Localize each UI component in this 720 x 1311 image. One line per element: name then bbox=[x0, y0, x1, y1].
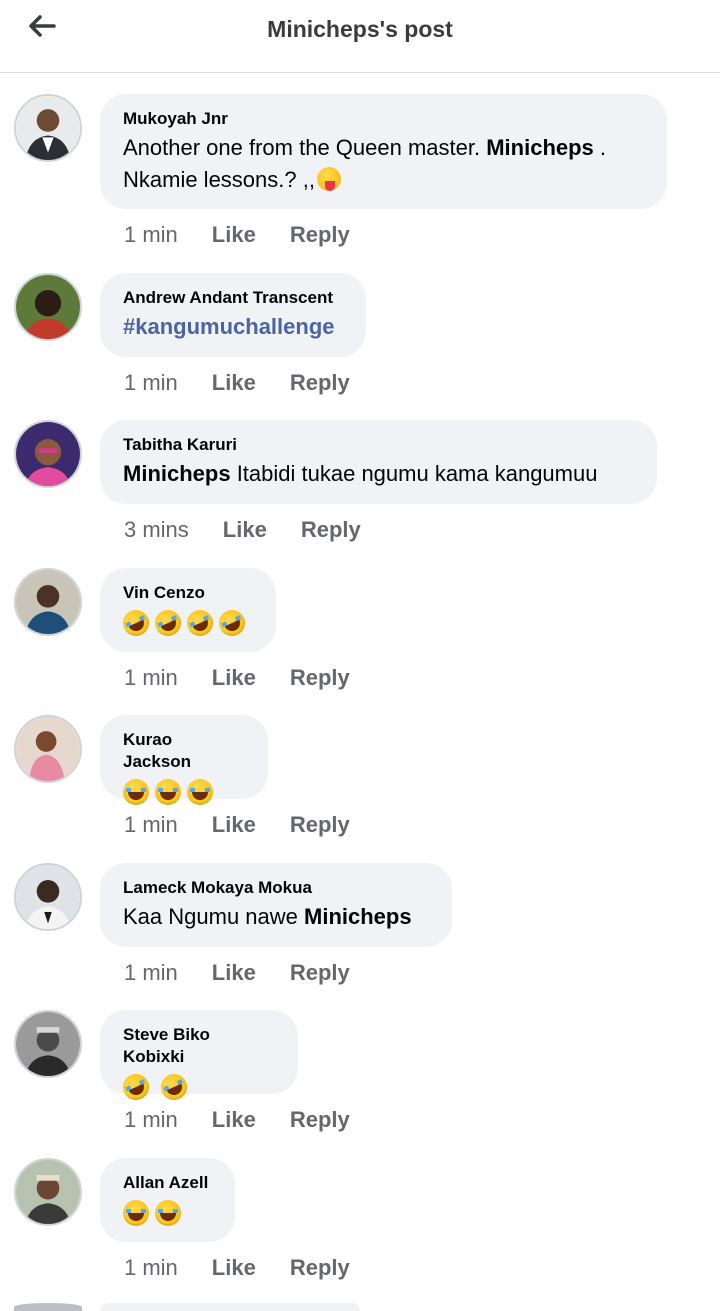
hashtag-link[interactable]: #kangumuchallenge bbox=[123, 314, 335, 339]
avatar[interactable] bbox=[14, 273, 82, 341]
comment-bubble[interactable]: Kurao Jackson bbox=[100, 715, 268, 805]
page-title: Minicheps's post bbox=[267, 16, 453, 42]
rolling-laughing-emoji-icon bbox=[214, 605, 250, 641]
comment-bubble[interactable]: Lameck Mokaya Mokua Kaa Ngumu nawe Minic… bbox=[100, 863, 452, 947]
tears-of-joy-emoji-icon bbox=[123, 1200, 149, 1226]
comment-actions: 1 min Like Reply bbox=[124, 222, 350, 248]
comment-bubble[interactable]: Mukoyah Jnr Another one from the Queen m… bbox=[100, 94, 667, 209]
comment-author[interactable]: Vin Cenzo bbox=[123, 582, 252, 604]
like-button[interactable]: Like bbox=[212, 370, 256, 396]
timestamp[interactable]: 1 min bbox=[124, 812, 178, 838]
comment-actions: 1 min Like Reply bbox=[124, 1107, 350, 1133]
timestamp[interactable]: 1 min bbox=[124, 370, 178, 396]
timestamp[interactable]: 1 min bbox=[124, 1107, 178, 1133]
avatar[interactable] bbox=[14, 1010, 82, 1078]
comment-text-part: Nkamie lessons.? ,, bbox=[123, 167, 315, 192]
emoji-row bbox=[118, 605, 252, 641]
comment-text-part: Itabidi tukae ngumu kama kangumuu bbox=[230, 461, 598, 486]
comment-text: #kangumuchallenge bbox=[123, 311, 342, 343]
comment-actions: 1 min Like Reply bbox=[124, 1255, 350, 1281]
reply-button[interactable]: Reply bbox=[290, 370, 350, 396]
like-button[interactable]: Like bbox=[212, 665, 256, 691]
reply-button[interactable]: Reply bbox=[290, 1107, 350, 1133]
comment-bubble[interactable]: Steve Biko Kobixki bbox=[100, 1010, 298, 1105]
comment-text-part: . bbox=[593, 135, 607, 160]
like-button[interactable]: Like bbox=[212, 222, 256, 248]
comment-bubble[interactable]: Vin Cenzo bbox=[100, 568, 276, 652]
rolling-laughing-emoji-icon bbox=[118, 605, 154, 641]
emoji-row bbox=[118, 1069, 274, 1105]
top-bar: Minicheps's post bbox=[0, 0, 720, 73]
reply-button[interactable]: Reply bbox=[290, 812, 350, 838]
comment-actions: 1 min Like Reply bbox=[124, 812, 350, 838]
comment-text: Another one from the Queen master. Minic… bbox=[123, 132, 643, 196]
comment-author[interactable]: Kurao Jackson bbox=[123, 729, 244, 773]
comment-bubble[interactable]: Allan Azell bbox=[100, 1158, 235, 1242]
like-button[interactable]: Like bbox=[212, 1255, 256, 1281]
comment-text: Kaa Ngumu nawe Minicheps bbox=[123, 901, 428, 933]
comment-author[interactable]: Mukoyah Jnr bbox=[123, 108, 643, 130]
avatar[interactable] bbox=[14, 863, 82, 931]
rolling-laughing-emoji-icon bbox=[118, 1069, 154, 1105]
reply-button[interactable]: Reply bbox=[290, 222, 350, 248]
avatar[interactable] bbox=[14, 568, 82, 636]
like-button[interactable]: Like bbox=[212, 1107, 256, 1133]
comment-actions: 1 min Like Reply bbox=[124, 370, 350, 396]
comment-author[interactable]: Allan Azell bbox=[123, 1172, 211, 1194]
timestamp[interactable]: 3 mins bbox=[124, 517, 189, 543]
tears-of-joy-emoji-icon bbox=[155, 779, 181, 805]
comment-text-part: Kaa Ngumu nawe bbox=[123, 904, 304, 929]
tears-of-joy-emoji-icon bbox=[123, 779, 149, 805]
avatar[interactable] bbox=[14, 94, 82, 162]
reply-button[interactable]: Reply bbox=[290, 1255, 350, 1281]
avatar[interactable] bbox=[14, 420, 82, 488]
comment-actions: 1 min Like Reply bbox=[124, 665, 350, 691]
emoji-row bbox=[123, 777, 244, 807]
like-button[interactable]: Like bbox=[223, 517, 267, 543]
comment-bubble[interactable]: Andrew Andant Transcent #kangumuchalleng… bbox=[100, 273, 366, 357]
timestamp[interactable]: 1 min bbox=[124, 1255, 178, 1281]
timestamp[interactable]: 1 min bbox=[124, 960, 178, 986]
rolling-laughing-emoji-icon bbox=[182, 605, 218, 641]
mention-link[interactable]: Minicheps bbox=[304, 904, 412, 929]
timestamp[interactable]: 1 min bbox=[124, 222, 178, 248]
comment-bubble[interactable] bbox=[100, 1303, 360, 1311]
reply-button[interactable]: Reply bbox=[290, 665, 350, 691]
comment-text-part: Another one from the Queen master. bbox=[123, 135, 487, 160]
mention-link[interactable]: Minicheps bbox=[486, 135, 594, 160]
comment-author[interactable]: Tabitha Karuri bbox=[123, 434, 633, 456]
comment-bubble[interactable]: Tabitha Karuri Minicheps Itabidi tukae n… bbox=[100, 420, 657, 504]
tears-of-joy-emoji-icon bbox=[155, 1200, 181, 1226]
rolling-laughing-emoji-icon bbox=[150, 605, 186, 641]
avatar[interactable] bbox=[14, 1303, 82, 1311]
like-button[interactable]: Like bbox=[212, 812, 256, 838]
comment-actions: 1 min Like Reply bbox=[124, 960, 350, 986]
comment-author[interactable]: Steve Biko Kobixki bbox=[123, 1024, 274, 1068]
winking-tongue-emoji-icon bbox=[316, 167, 341, 191]
mention-link[interactable]: Minicheps bbox=[123, 461, 231, 486]
comment-author[interactable]: Lameck Mokaya Mokua bbox=[123, 877, 428, 899]
avatar[interactable] bbox=[14, 715, 82, 783]
reply-button[interactable]: Reply bbox=[290, 960, 350, 986]
comment-actions: 3 mins Like Reply bbox=[124, 517, 361, 543]
like-button[interactable]: Like bbox=[212, 960, 256, 986]
reply-button[interactable]: Reply bbox=[301, 517, 361, 543]
rolling-laughing-emoji-icon bbox=[156, 1069, 192, 1105]
timestamp[interactable]: 1 min bbox=[124, 665, 178, 691]
tears-of-joy-emoji-icon bbox=[187, 779, 213, 805]
emoji-row bbox=[123, 1198, 211, 1228]
comment-author[interactable]: Andrew Andant Transcent bbox=[123, 287, 342, 309]
avatar[interactable] bbox=[14, 1158, 82, 1226]
comment-text: Minicheps Itabidi tukae ngumu kama kangu… bbox=[123, 458, 633, 490]
